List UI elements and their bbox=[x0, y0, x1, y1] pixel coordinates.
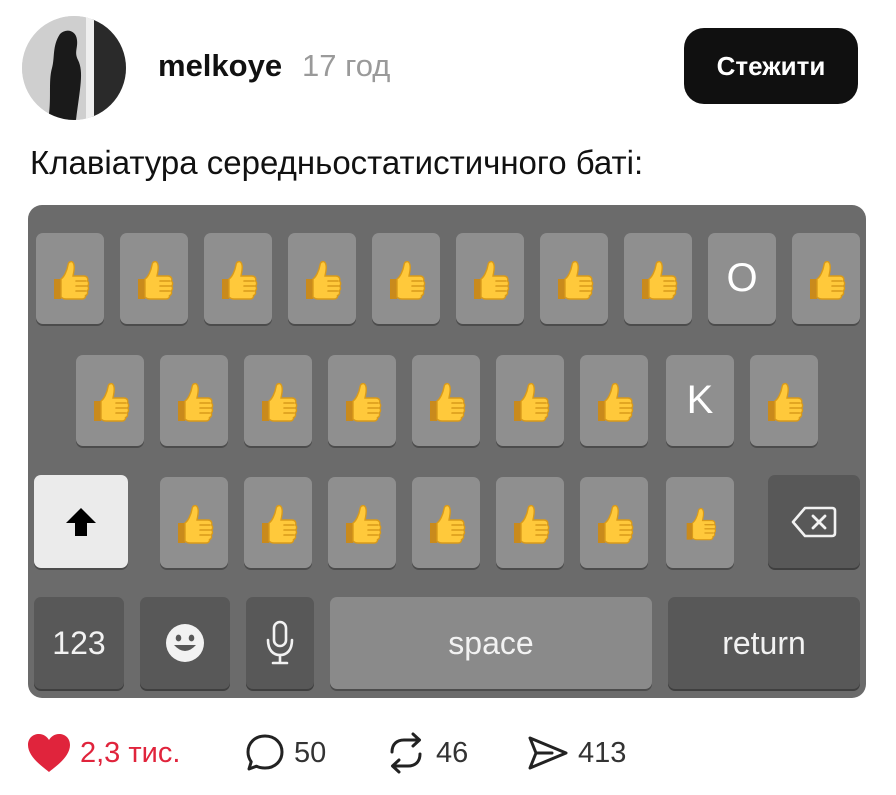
post-time: 17 год bbox=[302, 48, 391, 83]
send-icon bbox=[528, 736, 568, 770]
thumbs-up-icon bbox=[382, 255, 430, 303]
key-thumbs-up bbox=[624, 233, 692, 324]
share-button[interactable]: 413 bbox=[526, 718, 626, 788]
thumbs-up-icon bbox=[466, 255, 514, 303]
thumbs-up-icon bbox=[170, 377, 218, 425]
thumbs-up-icon bbox=[254, 377, 302, 425]
comment-bubble-icon bbox=[246, 734, 284, 771]
thumbs-up-icon bbox=[802, 255, 850, 303]
thumbs-up-icon bbox=[170, 499, 218, 547]
thumbs-up-icon bbox=[86, 377, 134, 425]
key-thumbs-up bbox=[36, 233, 104, 324]
thumbs-up-icon bbox=[254, 499, 302, 547]
key-thumbs-up bbox=[412, 355, 480, 446]
repost-count: 46 bbox=[436, 736, 469, 769]
key-thumbs-up bbox=[540, 233, 608, 324]
key-thumbs-up bbox=[580, 355, 648, 446]
avatar-image bbox=[22, 16, 126, 120]
key-space-label: space bbox=[448, 624, 534, 661]
thumbs-up-icon bbox=[506, 377, 554, 425]
key-thumbs-up bbox=[328, 355, 396, 446]
thumbs-up-icon bbox=[46, 255, 94, 303]
avatar[interactable] bbox=[22, 16, 126, 120]
key-thumbs-up bbox=[372, 233, 440, 324]
key-return: return bbox=[668, 597, 860, 689]
repost-button[interactable]: 46 bbox=[384, 718, 468, 788]
key-shift bbox=[34, 475, 128, 568]
key-thumbs-up bbox=[76, 355, 144, 446]
key-thumbs-up bbox=[288, 233, 356, 324]
comment-count: 50 bbox=[294, 736, 327, 769]
key-thumbs-up bbox=[666, 477, 734, 568]
like-count: 2,3 тис. bbox=[80, 736, 181, 769]
key-thumbs-up bbox=[244, 355, 312, 446]
key-thumbs-up bbox=[496, 477, 564, 568]
thumbs-up-icon bbox=[634, 255, 682, 303]
thumbs-up-icon bbox=[590, 499, 638, 547]
thumbs-up-icon bbox=[506, 499, 554, 547]
key-thumbs-up bbox=[580, 477, 648, 568]
key-123: 123 bbox=[34, 597, 124, 689]
backspace-icon bbox=[791, 506, 837, 537]
repost-icon bbox=[390, 732, 422, 774]
key-thumbs-up bbox=[412, 477, 480, 568]
thumbs-up-icon bbox=[214, 255, 262, 303]
follow-button[interactable]: Стежити bbox=[684, 28, 858, 104]
key-thumbs-up bbox=[204, 233, 272, 324]
key-thumbs-up bbox=[120, 233, 188, 324]
heart-icon bbox=[28, 734, 70, 772]
username[interactable]: melkoye bbox=[158, 48, 282, 84]
thumbs-up-icon bbox=[130, 255, 178, 303]
key-123-label: 123 bbox=[52, 624, 106, 661]
comment-button[interactable]: 50 bbox=[244, 718, 326, 788]
keyboard-image: O K 123 space return bbox=[28, 205, 866, 698]
thumbs-up-icon bbox=[590, 377, 638, 425]
key-microphone bbox=[246, 597, 314, 689]
post-text: Клавіатура середньостатистичного баті: bbox=[30, 144, 644, 181]
thumbs-up-icon bbox=[298, 255, 346, 303]
key-thumbs-up bbox=[244, 477, 312, 568]
key-space: space bbox=[330, 597, 652, 689]
post-actions-bar: 2,3 тис. 50 46 413 bbox=[0, 718, 896, 788]
key-emoji bbox=[140, 597, 230, 689]
thumbs-up-icon bbox=[760, 377, 808, 425]
key-thumbs-up bbox=[160, 355, 228, 446]
key-thumbs-up bbox=[750, 355, 818, 446]
key-return-label: return bbox=[722, 624, 806, 661]
thumbs-up-icon bbox=[338, 377, 386, 425]
key-thumbs-up bbox=[328, 477, 396, 568]
key-thumbs-up bbox=[792, 233, 860, 324]
key-o: O bbox=[708, 233, 776, 324]
thumbs-up-icon bbox=[422, 377, 470, 425]
thumbs-up-icon bbox=[550, 255, 598, 303]
emoji-icon bbox=[166, 624, 204, 662]
key-thumbs-up bbox=[456, 233, 524, 324]
key-k: K bbox=[666, 355, 734, 446]
key-thumbs-up bbox=[160, 477, 228, 568]
shift-arrow-icon bbox=[66, 507, 96, 536]
key-backspace bbox=[768, 475, 860, 568]
thumbs-up-icon bbox=[338, 499, 386, 547]
microphone-icon bbox=[266, 620, 294, 665]
key-thumbs-up bbox=[496, 355, 564, 446]
like-button[interactable]: 2,3 тис. bbox=[26, 718, 180, 788]
thumbs-up-icon bbox=[680, 503, 720, 543]
thumbs-up-icon bbox=[422, 499, 470, 547]
share-count: 413 bbox=[578, 736, 627, 769]
